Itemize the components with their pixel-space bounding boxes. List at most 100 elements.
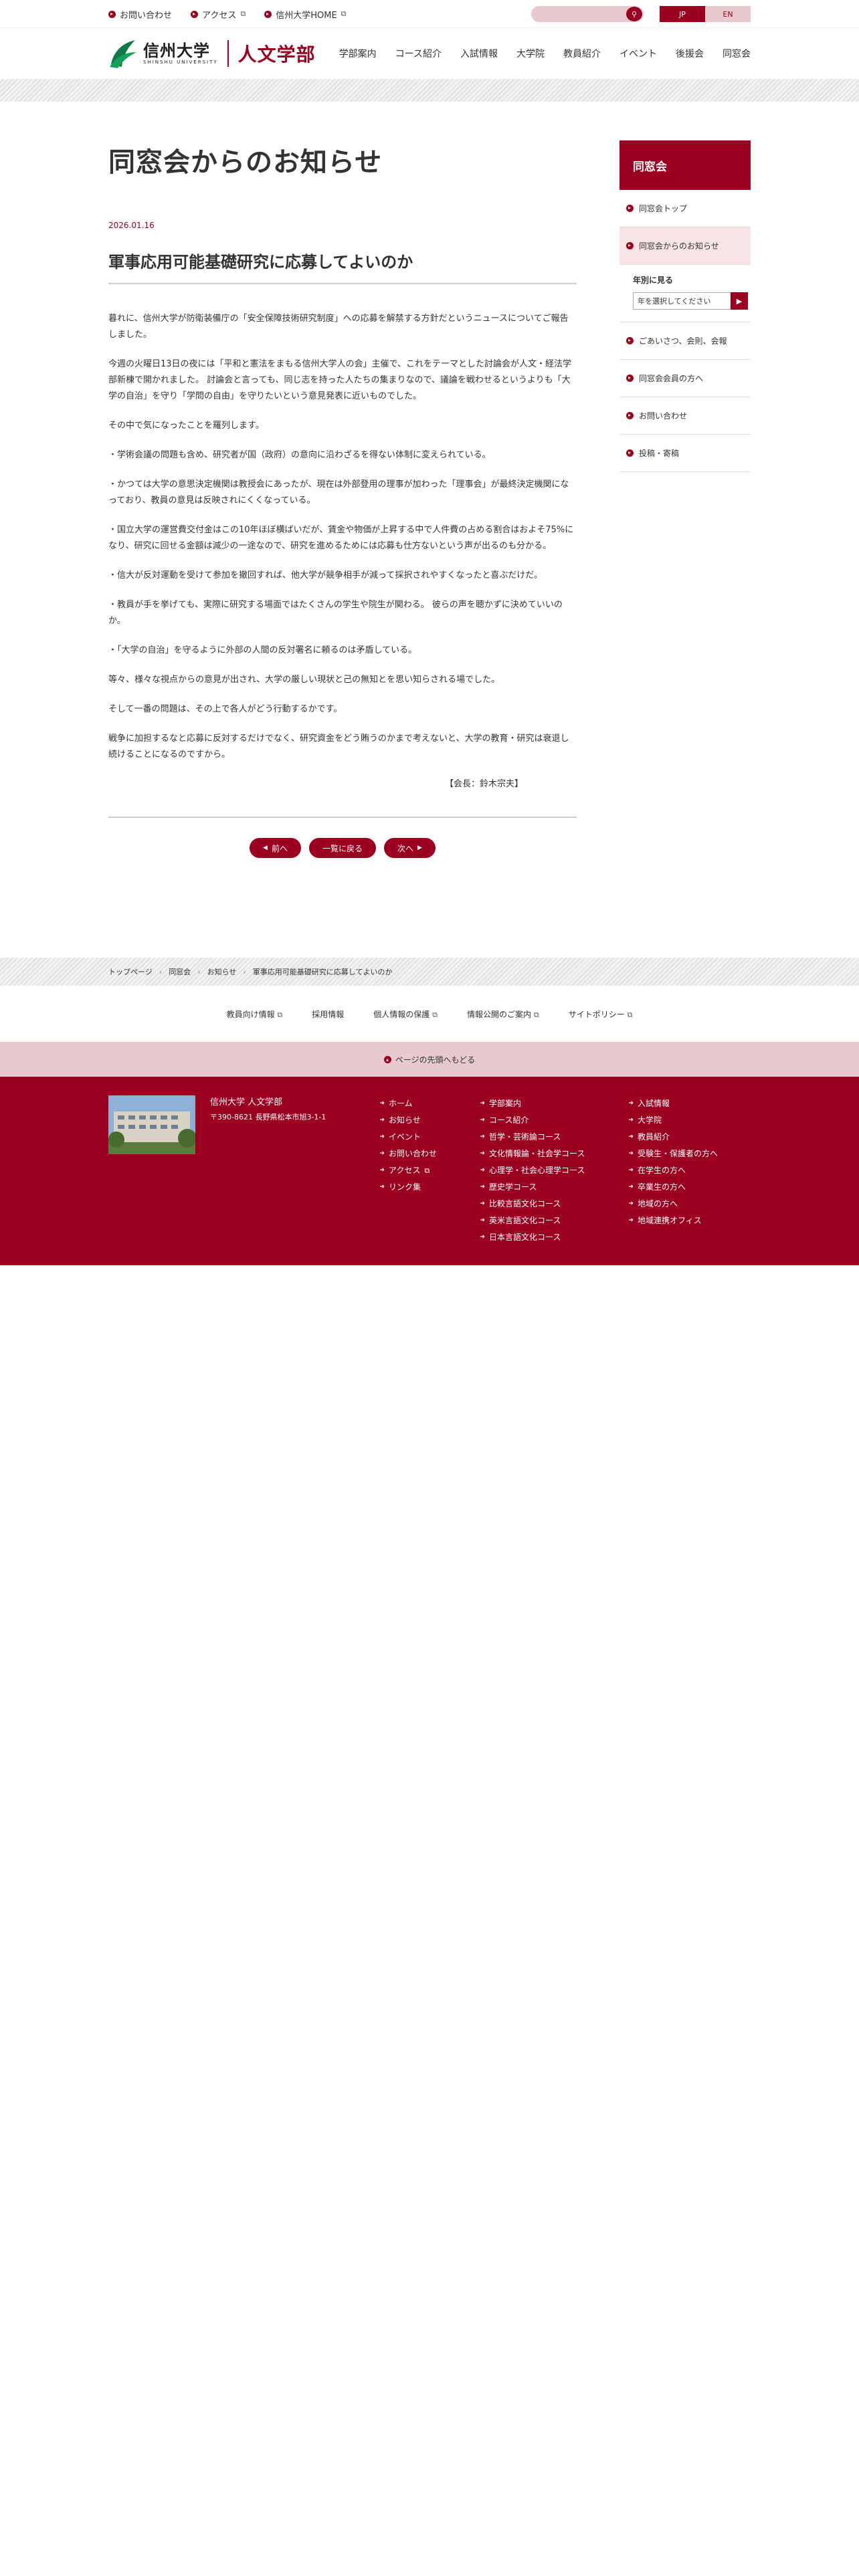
footer-link[interactable]: ➜ イベント (379, 1129, 480, 1146)
breadcrumb-item[interactable]: お知らせ (207, 966, 237, 977)
gnav-item[interactable]: 同窓会 (704, 47, 751, 60)
gnav-item[interactable]: イベント (601, 47, 657, 60)
footer-link[interactable]: ➜ 教員紹介 (628, 1129, 742, 1146)
footer-link[interactable]: ➜ アクセス ⧉ (379, 1162, 480, 1179)
arrow-right-icon: ➜ (379, 1134, 385, 1140)
arrow-right-icon: ➜ (379, 1167, 385, 1174)
arrow-right-icon: ➜ (628, 1134, 634, 1140)
footer-link[interactable]: ➜ 地域連携オフィス (628, 1212, 742, 1229)
sublink-privacy[interactable]: 個人情報の保護 ⧉ (373, 1008, 438, 1020)
footer-link[interactable]: ➜ 大学院 (628, 1112, 742, 1129)
footer-link[interactable]: ➜ リンク集 (379, 1179, 480, 1196)
article-paragraph: ・かつては大学の意思決定機関は教授会にあったが、現在は外部登用の理事が加わった「… (108, 479, 569, 506)
arrow-right-icon: ➜ (628, 1184, 634, 1190)
sublink-recruitment[interactable]: 採用情報 (312, 1008, 344, 1020)
footer-link[interactable]: ➜ 入試情報 (628, 1095, 742, 1112)
util-link-univ-home[interactable]: 信州大学HOME ⧉ (264, 8, 347, 21)
footer-link[interactable]: ➜ お問い合わせ (379, 1146, 480, 1162)
footer-nav-col-1: ➜ ホーム ➜ お知らせ ➜ イベント ➜ お問い合わせ ➜ アクセス ⧉ ➜ リンク集 (379, 1095, 480, 1246)
footer-address: 信州大学 人文学部 〒390-8621 長野県松本市旭3-1-1 (210, 1095, 326, 1246)
arrow-circle-icon (626, 449, 634, 457)
gnav-item[interactable]: 入試情報 (442, 47, 498, 60)
footer-link[interactable]: ➜ 卒業生の方へ (628, 1179, 742, 1196)
arrow-circle-icon (108, 10, 116, 18)
gnav-item[interactable]: 後援会 (657, 47, 704, 60)
footer-link[interactable]: ➜ 日本言語文化コース (480, 1229, 628, 1246)
footer-link[interactable]: ➜ 地域の方へ (628, 1196, 742, 1212)
footer-link[interactable]: ➜ ホーム (379, 1095, 480, 1112)
prev-button[interactable]: ◀ 前へ (250, 838, 301, 858)
footer-link[interactable]: ➜ 心理学・社会心理学コース (480, 1162, 628, 1179)
lang-jp-button[interactable]: JP (660, 6, 705, 22)
sublink-faculty-info[interactable]: 教員向け情報 ⧉ (227, 1008, 283, 1020)
main-area: 同窓会からのお知らせ 2026.01.16 軍事応用可能基礎研究に応募してよいの… (0, 102, 859, 958)
arrow-right-icon[interactable]: ▶ (731, 292, 748, 310)
sidebar-item-members[interactable]: 同窓会会員の方へ (619, 360, 751, 397)
footer-link[interactable]: ➜ 文化情報論・社会学コース (480, 1146, 628, 1162)
arrow-right-icon: ➜ (379, 1150, 385, 1157)
util-link-access[interactable]: アクセス ⧉ (191, 8, 246, 21)
year-select[interactable]: 年を選択してください ▶ (633, 292, 748, 310)
arrow-right-icon: ➜ (480, 1150, 485, 1157)
search-input[interactable]: ⚲ (531, 6, 644, 22)
footer-link[interactable]: ➜ 歴史学コース (480, 1179, 628, 1196)
logo-divider (227, 40, 229, 67)
arrow-right-icon: ▶ (417, 845, 422, 851)
arrow-right-icon: ➜ (628, 1167, 634, 1174)
logo-department-name: 人文学部 (237, 43, 316, 66)
breadcrumb-item[interactable]: トップページ (108, 966, 153, 977)
footer-link[interactable]: ➜ 学部案内 (480, 1095, 628, 1112)
footer-link[interactable]: ➜ お知らせ (379, 1112, 480, 1129)
sidebar-item-greeting[interactable]: ごあいさつ、会則、会報 (619, 322, 751, 360)
article-signature: 【会長：鈴木宗夫】 (444, 779, 523, 789)
sidebar-item-contribution[interactable]: 投稿・寄稿 (619, 435, 751, 472)
article-paragraph: ・教員が手を挙げても、実際に研究する場面ではたくさんの学生や院生が関わる。 彼ら… (108, 600, 563, 626)
sidebar: 同窓会 同窓会トップ 同窓会からのお知らせ 年別に見る 年を選択してください ▶… (619, 140, 751, 472)
sublink-disclosure[interactable]: 情報公開のご案内 ⧉ (467, 1008, 539, 1020)
util-link-contact[interactable]: お問い合わせ (108, 8, 172, 21)
logo-university-name: 信州大学 (143, 41, 210, 60)
external-link-icon: ⧉ (240, 9, 246, 18)
footer-link[interactable]: ➜ 英米言語文化コース (480, 1212, 628, 1229)
sidebar-item-contact[interactable]: お問い合わせ (619, 397, 751, 435)
article-paragraph: 戦争に加担するなと応募に反対するだけでなく、研究資金をどう賄うのかまで考えないと… (108, 734, 569, 760)
sidebar-item-alumni-top[interactable]: 同窓会トップ (619, 190, 751, 227)
arrow-circle-icon (264, 10, 272, 18)
breadcrumb-current: 軍事応用可能基礎研究に応募してよいのか (252, 968, 393, 976)
arrow-right-icon: ➜ (379, 1184, 385, 1190)
article-paragraph: 等々、様々な視点からの意見が出され、大学の厳しい現状と己の無知とを思い知らされる… (108, 675, 500, 685)
header-stripe (0, 79, 859, 102)
article-paragraph: ・学術会議の問題も含め、研究者が国（政府）の意向に沿わざるを得ない体制に変えられ… (108, 450, 491, 460)
footer-link[interactable]: ➜ 比較言語文化コース (480, 1196, 628, 1212)
gnav-item[interactable]: 学部案内 (320, 47, 377, 60)
footer-link[interactable]: ➜ 在学生の方へ (628, 1162, 742, 1179)
footer-link[interactable]: ➜ コース紹介 (480, 1112, 628, 1129)
back-to-list-button[interactable]: 一覧に戻る (308, 838, 376, 858)
footer-link[interactable]: ➜ 受験生・保護者の方へ (628, 1146, 742, 1162)
gnav-item[interactable]: 教員紹介 (545, 47, 601, 60)
article-title: 軍事応用可能基礎研究に応募してよいのか (108, 249, 577, 284)
arrow-right-icon: ➜ (480, 1134, 485, 1140)
arrow-right-icon: ➜ (628, 1200, 634, 1207)
site-logo[interactable]: 信州大学 SHINSHU UNIVERSITY 人文学部 (108, 37, 316, 70)
lang-en-button[interactable]: EN (705, 6, 751, 22)
article-pager: ◀ 前へ 一覧に戻る 次へ ▶ (108, 838, 577, 858)
sublink-site-policy[interactable]: サイトポリシー ⧉ (569, 1008, 633, 1020)
sidebar-item-alumni-news[interactable]: 同窓会からのお知らせ (619, 227, 751, 265)
arrow-right-icon: ➜ (480, 1234, 485, 1241)
back-to-top-button[interactable]: ページの先頭へもどる (0, 1042, 859, 1077)
arrow-circle-icon (626, 337, 634, 344)
search-icon[interactable]: ⚲ (626, 7, 642, 21)
arrow-right-icon: ➜ (628, 1100, 634, 1107)
external-link-icon: ⧉ (533, 1010, 539, 1019)
arrow-right-icon: ➜ (480, 1217, 485, 1224)
gnav-item[interactable]: コース紹介 (377, 47, 442, 60)
footer-link[interactable]: ➜ 哲学・芸術論コース (480, 1129, 628, 1146)
breadcrumb-item[interactable]: 同窓会 (169, 966, 191, 977)
external-link-icon: ⧉ (277, 1010, 283, 1019)
page-title: 同窓会からのお知らせ (108, 147, 383, 178)
next-button[interactable]: 次へ ▶ (384, 838, 436, 858)
gnav-item[interactable]: 大学院 (498, 47, 545, 60)
article-paragraph: その中で気になったことを羅列します。 (108, 421, 264, 431)
arrow-left-icon: ◀ (263, 845, 268, 851)
